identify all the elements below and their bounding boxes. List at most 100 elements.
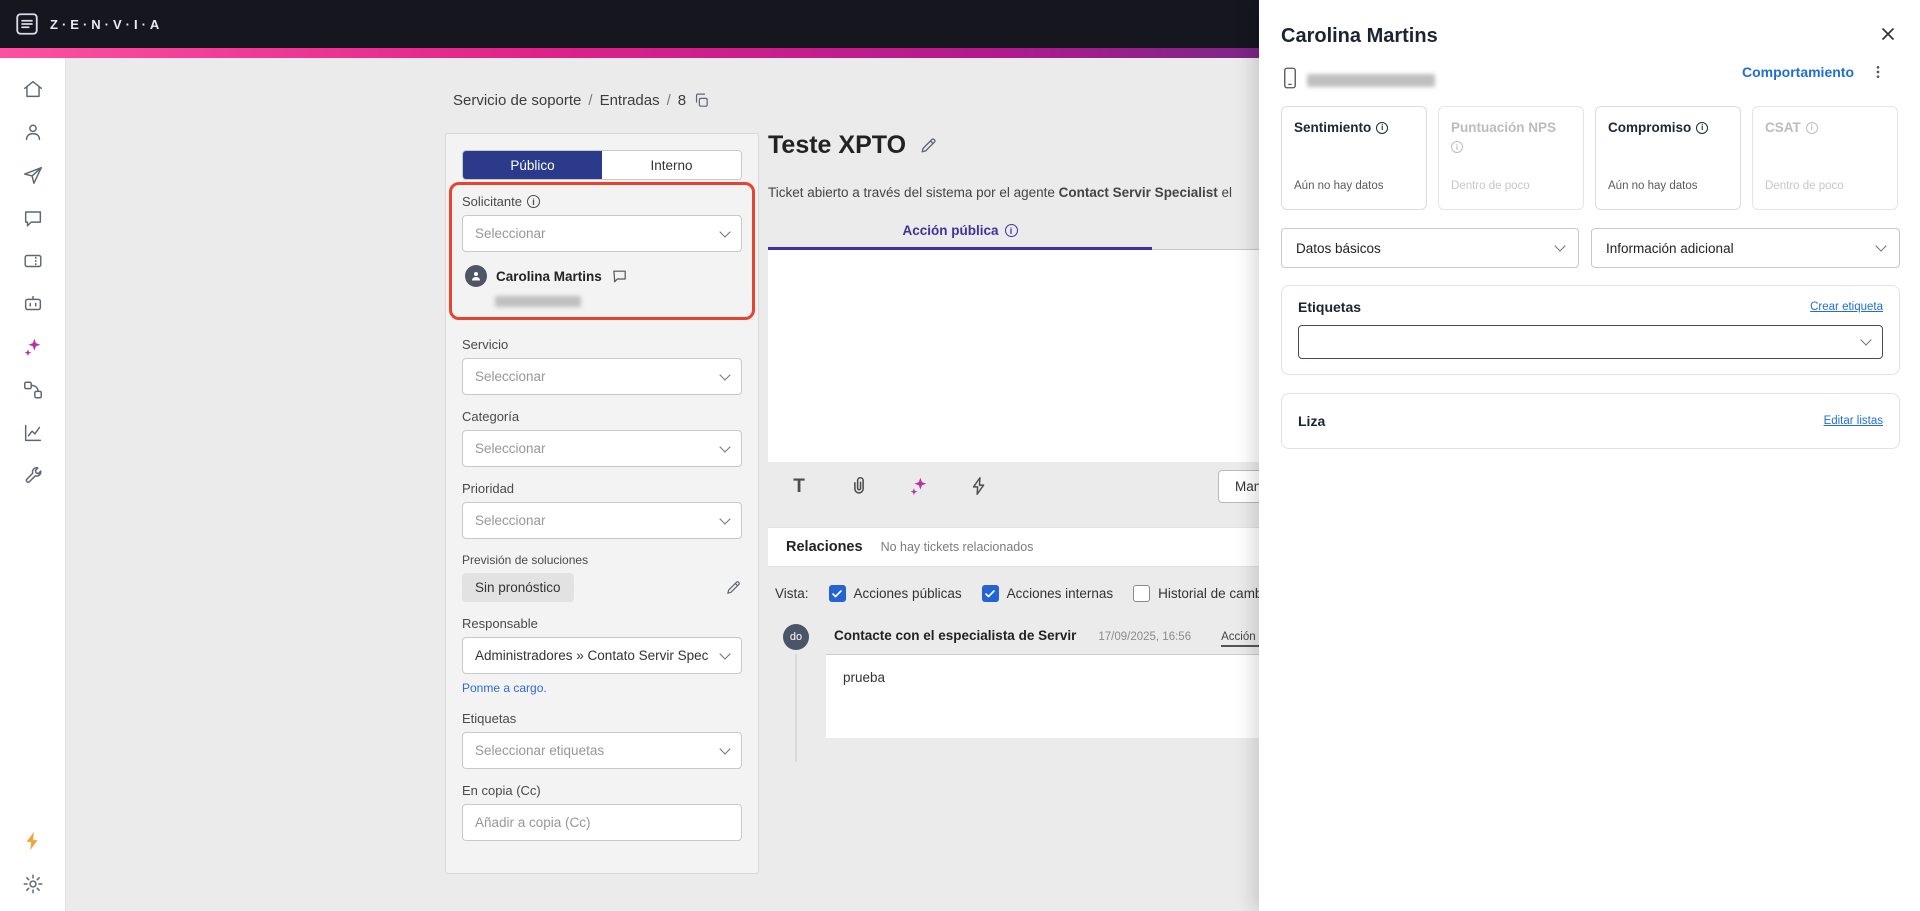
- prevision-value: Sin pronóstico: [462, 573, 574, 602]
- ai-sparkles-icon[interactable]: [22, 336, 44, 358]
- breadcrumb-entradas[interactable]: Entradas: [600, 92, 660, 109]
- home-icon[interactable]: [22, 78, 44, 100]
- etiquetas-label: Etiquetas: [462, 711, 517, 726]
- timeline-connector: [795, 654, 797, 762]
- tab-publico[interactable]: Público: [463, 151, 602, 179]
- requester-name[interactable]: Carolina Martins: [496, 269, 602, 284]
- info-icon: [1696, 121, 1709, 134]
- servicio-label: Servicio: [462, 337, 509, 352]
- analytics-icon[interactable]: [22, 422, 44, 444]
- chat-icon[interactable]: [22, 207, 44, 229]
- copy-icon[interactable]: [693, 92, 710, 109]
- chat-bubble-icon[interactable]: [611, 268, 628, 285]
- agent-name: Contact Servir Specialist: [1058, 185, 1218, 200]
- editor-toolbar: T: [788, 468, 990, 504]
- send-icon[interactable]: [22, 164, 44, 186]
- accordion-informacion-adicional[interactable]: Información adicional: [1591, 228, 1900, 268]
- create-tag-link[interactable]: Crear etiqueta: [1810, 301, 1883, 313]
- filter-historial-cambios[interactable]: Historial de cambi: [1133, 585, 1265, 602]
- breadcrumb-servicio[interactable]: Servicio de soporte: [453, 92, 581, 109]
- prevision-row: Sin pronóstico: [462, 573, 742, 602]
- contacts-icon[interactable]: [22, 121, 44, 143]
- chevron-down-icon: [1860, 334, 1872, 346]
- info-icon: [1451, 141, 1463, 153]
- breadcrumb-separator: /: [666, 92, 671, 109]
- lists-title: Liza: [1298, 413, 1326, 429]
- app-root: Z·E·N·V·I·A Servicio de soporte / Entrad…: [0, 0, 1920, 911]
- responsable-label: Responsable: [462, 616, 538, 631]
- filter-acciones-publicas[interactable]: Acciones públicas: [828, 585, 962, 602]
- ticket-title: Teste XPTO: [768, 131, 907, 159]
- behavior-link[interactable]: Comportamiento: [1742, 64, 1854, 80]
- kebab-menu-icon[interactable]: [1870, 64, 1886, 80]
- checkbox-checked-icon[interactable]: [828, 585, 846, 602]
- contact-accordions: Datos básicos Información adicional: [1281, 228, 1900, 268]
- chevron-down-icon: [719, 742, 731, 755]
- filter-acciones-internas[interactable]: Acciones internas: [981, 585, 1113, 602]
- zenvia-logo-icon: [14, 11, 40, 37]
- attachment-paperclip-icon[interactable]: [848, 475, 870, 497]
- breadcrumb: Servicio de soporte / Entradas / 8: [453, 92, 710, 109]
- tab-accion-publica[interactable]: Acción pública: [768, 223, 1152, 250]
- relations-empty-text: No hay tickets relacionados: [880, 540, 1034, 554]
- chevron-down-icon: [1554, 240, 1566, 252]
- metric-value: Dentro de poco: [1451, 180, 1530, 192]
- categoria-select[interactable]: Seleccionar: [462, 430, 742, 467]
- tickets-icon[interactable]: [22, 250, 44, 272]
- info-icon: [1376, 121, 1389, 134]
- tags-card: Etiquetas Crear etiqueta: [1281, 285, 1900, 375]
- redacted-phone-number: [1307, 74, 1435, 87]
- behavior-row: Comportamiento: [1742, 64, 1886, 80]
- tags-title: Etiquetas: [1298, 299, 1362, 315]
- metric-csat: CSAT Dentro de poco: [1752, 106, 1898, 210]
- mobile-phone-icon: [1281, 66, 1299, 90]
- solicitante-label: Solicitante: [462, 194, 742, 209]
- app-sidebar: [0, 58, 66, 911]
- metric-value: Dentro de poco: [1765, 180, 1844, 192]
- relations-title: Relaciones: [786, 539, 863, 555]
- tags-select[interactable]: [1298, 325, 1883, 359]
- requester-avatar: [465, 265, 487, 287]
- checkbox-checked-icon[interactable]: [981, 585, 999, 602]
- tools-icon[interactable]: [22, 465, 44, 487]
- close-icon[interactable]: [1878, 24, 1898, 44]
- categoria-label: Categoría: [462, 409, 520, 424]
- timeline-avatar: do: [783, 624, 809, 650]
- text-format-icon[interactable]: T: [788, 475, 810, 497]
- workspace-bot-icon[interactable]: [22, 293, 44, 315]
- edit-title-pencil-icon[interactable]: [919, 136, 938, 155]
- metric-value: Aún no hay datos: [1294, 180, 1384, 192]
- ticket-properties-panel: Público Interno Solicitante Seleccionar …: [445, 133, 759, 874]
- breadcrumb-separator: /: [588, 92, 593, 109]
- checkbox-unchecked-icon[interactable]: [1133, 585, 1151, 602]
- chevron-down-icon: [1875, 240, 1887, 252]
- metric-value: Aún no hay datos: [1608, 180, 1698, 192]
- responsable-select[interactable]: Administradores » Contato Servir Spec: [462, 637, 742, 674]
- edit-lists-link[interactable]: Editar listas: [1824, 415, 1883, 427]
- metric-compromiso: Compromiso Aún no hay datos: [1595, 106, 1741, 210]
- servicio-select[interactable]: Seleccionar: [462, 358, 742, 395]
- view-filters-row: Vista: Acciones públicas Acciones intern…: [775, 585, 1265, 602]
- flash-icon[interactable]: [22, 830, 44, 852]
- contact-metrics: Sentimiento Aún no hay datos Puntuación …: [1281, 106, 1898, 210]
- ticket-title-row: Teste XPTO: [768, 131, 938, 160]
- entry-timestamp: 17/09/2025, 16:56: [1098, 631, 1192, 643]
- brand-wordmark: Z·E·N·V·I·A: [50, 16, 164, 32]
- info-icon: [1004, 224, 1018, 237]
- quick-reply-flash-icon[interactable]: [968, 475, 990, 497]
- etiquetas-select[interactable]: Seleccionar etiquetas: [462, 732, 742, 769]
- chevron-down-icon: [719, 440, 731, 453]
- integrations-icon[interactable]: [22, 379, 44, 401]
- assign-me-link[interactable]: Ponme a cargo.: [462, 681, 547, 695]
- solicitante-select[interactable]: Seleccionar: [462, 215, 742, 252]
- timeline-entry-header: Contacte con el especialista de Servir 1…: [834, 628, 1278, 647]
- cc-input[interactable]: Añadir a copia (Cc): [462, 804, 742, 841]
- settings-gear-icon[interactable]: [22, 873, 44, 895]
- ai-sparkles-icon[interactable]: [908, 475, 930, 497]
- chevron-down-icon: [719, 368, 731, 381]
- info-icon: [526, 195, 540, 208]
- accordion-datos-basicos[interactable]: Datos básicos: [1281, 228, 1579, 268]
- edit-pencil-icon[interactable]: [725, 579, 742, 596]
- tab-interno[interactable]: Interno: [602, 151, 741, 179]
- prioridad-select[interactable]: Seleccionar: [462, 502, 742, 539]
